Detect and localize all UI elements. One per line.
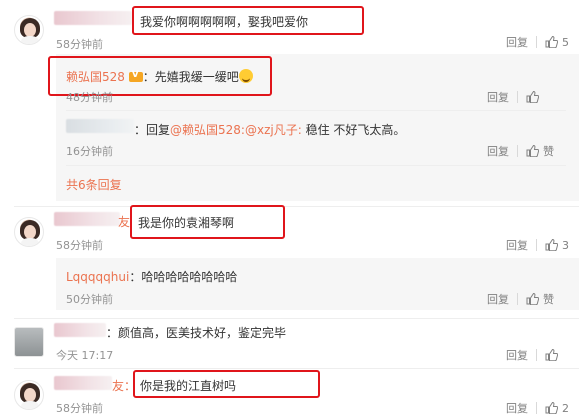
more-replies-link[interactable]: 共6条回复 (66, 176, 122, 193)
username-blurred[interactable] (54, 376, 112, 390)
reply-time: 16分钟前 (66, 145, 113, 158)
thumbs-up-icon[interactable] (545, 402, 558, 414)
avatar[interactable] (14, 327, 44, 357)
reply-actions: 回复 赞 (487, 143, 554, 159)
like-count: 2 (562, 401, 569, 415)
reply-line: Lqqqqqhui：哈哈哈哈哈哈哈哈 (66, 268, 237, 285)
reply-line: 赖弘国528 ：先嬉我缓一缓吧 (66, 68, 253, 85)
username-blurred[interactable] (54, 11, 132, 25)
avatar[interactable] (14, 380, 44, 410)
reply-button[interactable]: 回复 (506, 237, 528, 253)
comment-time: 58分钟前 (56, 38, 103, 51)
reply-username[interactable]: Lqqqqqhui (66, 270, 129, 284)
thumbs-up-icon[interactable] (545, 349, 558, 361)
thumbs-up-icon[interactable] (526, 145, 539, 157)
like-label[interactable]: 赞 (543, 143, 554, 159)
like-count: 5 (562, 35, 569, 49)
reply-text: ：哈哈哈哈哈哈哈哈 (129, 270, 238, 284)
comment-time: 58分钟前 (56, 239, 103, 252)
comment-actions: 回复 5 (506, 34, 569, 50)
comment-actions: 回复 (506, 347, 562, 363)
reply-button[interactable]: 回复 (506, 34, 528, 50)
divider (14, 206, 579, 207)
comment-actions: 回复 3 (506, 237, 569, 253)
thumbs-up-icon[interactable] (526, 293, 539, 305)
like-count: 3 (562, 238, 569, 252)
vip-badge-icon (128, 70, 143, 82)
comment-time: 58分钟前 (56, 402, 103, 415)
reply-text: 稳住 不好飞太高。 (305, 123, 406, 137)
username-blurred[interactable] (54, 212, 120, 226)
username-blurred[interactable] (66, 119, 134, 133)
mention-link[interactable]: @赖弘国528:@xzj凡子: (170, 123, 302, 137)
like-label[interactable]: 赞 (543, 291, 554, 307)
thumbs-up-icon[interactable] (526, 91, 539, 103)
username-blurred[interactable] (54, 323, 106, 337)
reply-time: 48分钟前 (66, 91, 113, 104)
comment-time: 今天 17:17 (56, 349, 114, 362)
avatar[interactable] (14, 15, 44, 45)
divider (66, 165, 566, 166)
divider (66, 110, 566, 111)
divider (14, 318, 579, 319)
laughing-emoji-icon (238, 69, 253, 83)
reply-text: ：先嬉我缓一缓吧 (142, 70, 239, 84)
reply-username[interactable]: 赖弘国528 (66, 70, 125, 84)
thumbs-up-icon[interactable] (545, 239, 558, 251)
reply-button[interactable]: 回复 (487, 143, 509, 159)
reply-button[interactable]: 回复 (506, 400, 528, 416)
comment-text: 我是你的袁湘琴啊 (138, 216, 235, 230)
reply-actions: 回复 (487, 89, 543, 105)
reply-line: ：回复@赖弘国528:@xzj凡子: 稳住 不好飞太高。 (134, 121, 405, 138)
comment-text: ：颜值高，医美技术好，鉴定完毕 (106, 326, 287, 340)
avatar[interactable] (14, 217, 44, 247)
reply-time: 50分钟前 (66, 293, 113, 306)
divider (14, 368, 579, 369)
comment-text: 你是我的江直树吗 (140, 379, 237, 393)
reply-actions: 回复 赞 (487, 291, 554, 307)
reply-button[interactable]: 回复 (506, 347, 528, 363)
reply-button[interactable]: 回复 (487, 89, 509, 105)
comment-text: 我爱你啊啊啊啊啊，娶我吧爱你 (140, 15, 309, 29)
thumbs-up-icon[interactable] (545, 36, 558, 48)
reply-button[interactable]: 回复 (487, 291, 509, 307)
username-suffix[interactable]: 友 (118, 213, 130, 230)
comment-actions: 回复 2 (506, 400, 569, 416)
reply-prefix: ：回复 (134, 123, 171, 137)
